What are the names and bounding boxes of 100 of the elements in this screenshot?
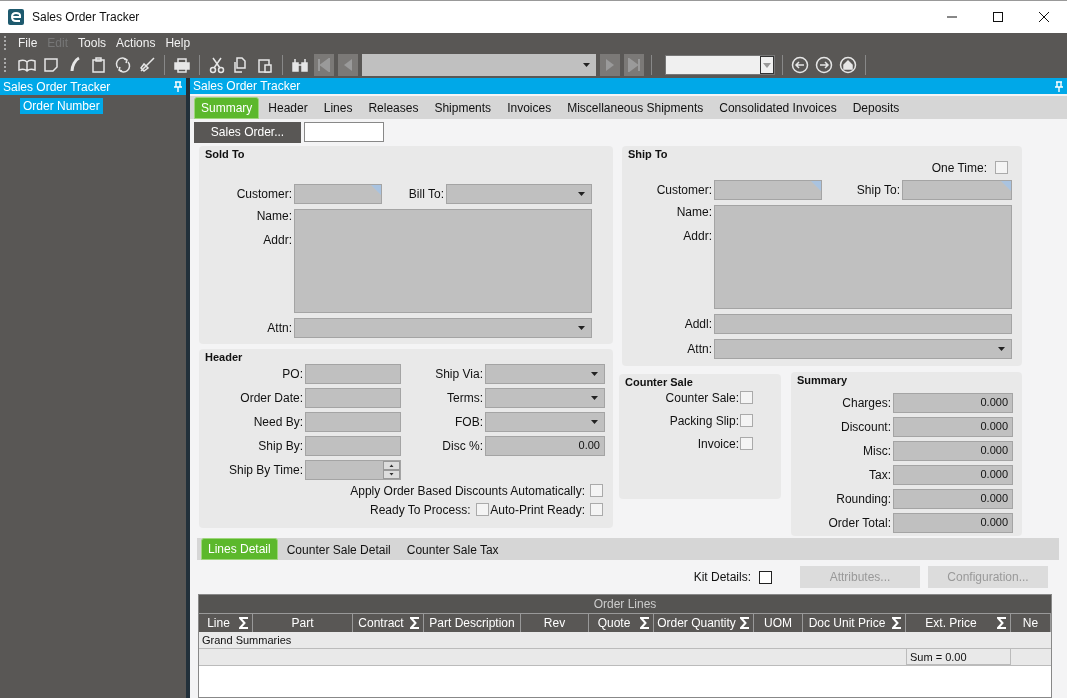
- pin-icon[interactable]: [174, 81, 182, 92]
- lookup-field[interactable]: [902, 179, 1012, 200]
- column-header[interactable]: Line: [199, 613, 253, 633]
- column-header[interactable]: Part: [253, 613, 353, 633]
- last-record-button[interactable]: [624, 54, 644, 76]
- tab[interactable]: Lines: [316, 96, 360, 119]
- input-field[interactable]: 0.000: [893, 416, 1013, 437]
- checkbox[interactable]: [759, 570, 772, 584]
- text-area[interactable]: [294, 208, 592, 313]
- tab[interactable]: Releases: [361, 96, 426, 119]
- input-field[interactable]: 0.000: [893, 464, 1013, 485]
- sigma-icon[interactable]: [239, 617, 249, 630]
- binoculars-icon[interactable]: [291, 56, 309, 74]
- field-label: Kit Details:: [693, 570, 751, 585]
- tab[interactable]: Miscellaneous Shipments: [560, 96, 711, 119]
- pin-icon[interactable]: [1055, 80, 1063, 92]
- group-title: Ship To: [628, 147, 669, 160]
- field-label: Tax:: [868, 467, 891, 482]
- input-field[interactable]: [305, 387, 401, 408]
- input-field[interactable]: [305, 435, 401, 456]
- lookup-field[interactable]: [714, 179, 822, 200]
- column-header[interactable]: Ne: [1011, 613, 1051, 633]
- scissors-icon[interactable]: [208, 56, 226, 74]
- sigma-icon[interactable]: [892, 617, 902, 630]
- dropdown-field[interactable]: [485, 363, 605, 384]
- printer-icon[interactable]: [173, 56, 191, 74]
- tab[interactable]: Shipments: [427, 96, 499, 119]
- clipboard-icon[interactable]: [90, 56, 108, 74]
- column-header[interactable]: Ext. Price: [906, 613, 1011, 633]
- menu-item[interactable]: Help: [160, 35, 196, 50]
- field-label: Customer:: [655, 182, 712, 197]
- input-field[interactable]: 0.000: [893, 488, 1013, 509]
- dropdown-field[interactable]: [714, 338, 1012, 359]
- dropdown-field[interactable]: [665, 55, 775, 75]
- input-field[interactable]: [714, 313, 1012, 334]
- menu-item[interactable]: Tools: [73, 35, 112, 50]
- tab[interactable]: Header: [261, 96, 315, 119]
- field-label: Customer:: [235, 186, 292, 201]
- column-header[interactable]: Part Description: [424, 613, 521, 633]
- dropdown-arrow-icon: [591, 371, 598, 376]
- sigma-icon[interactable]: [740, 617, 750, 630]
- dropdown-arrow-icon: [763, 62, 771, 68]
- first-record-button[interactable]: [314, 54, 334, 76]
- field-label: Ship By Time:: [227, 462, 303, 477]
- checkbox[interactable]: [740, 437, 753, 451]
- checkbox[interactable]: [740, 414, 753, 428]
- note-icon[interactable]: [42, 56, 60, 74]
- tab[interactable]: Deposits: [845, 96, 907, 119]
- field-label: Attn:: [266, 320, 292, 335]
- lookup-field[interactable]: [294, 183, 382, 204]
- home-icon[interactable]: [839, 56, 857, 74]
- window-title: Sales Order Tracker: [32, 10, 141, 24]
- sigma-icon[interactable]: [997, 617, 1007, 630]
- tab[interactable]: Consolidated Invoices: [712, 96, 844, 119]
- sigma-icon[interactable]: [410, 617, 420, 630]
- next-record-button[interactable]: [600, 54, 620, 76]
- input-field[interactable]: [305, 411, 401, 432]
- refresh-icon[interactable]: [114, 56, 132, 74]
- input-field[interactable]: 0.000: [893, 512, 1013, 533]
- field-label: Invoice:: [697, 436, 739, 451]
- input-field[interactable]: 0.00: [485, 435, 605, 456]
- tab[interactable]: Counter Sale Detail: [279, 538, 398, 561]
- field-label: Packing Slip:: [669, 413, 739, 428]
- input-field[interactable]: 0.000: [893, 392, 1013, 413]
- checkbox[interactable]: [740, 391, 753, 405]
- column-header[interactable]: Quote: [589, 613, 654, 633]
- group-title: Sold To: [205, 147, 246, 160]
- column-header[interactable]: Doc Unit Price: [803, 613, 906, 633]
- sigma-icon[interactable]: [640, 617, 650, 630]
- column-header[interactable]: UOM: [754, 613, 803, 633]
- checkbox[interactable]: [590, 484, 603, 498]
- menu-item[interactable]: Actions: [111, 35, 161, 50]
- menu-item[interactable]: File: [13, 35, 43, 50]
- input-field[interactable]: [305, 363, 401, 384]
- spinner-arrows-icon[interactable]: [383, 460, 400, 479]
- checkbox[interactable]: [995, 161, 1008, 175]
- checkbox[interactable]: [475, 503, 489, 517]
- field-label: One Time:: [931, 160, 987, 175]
- dropdown-button[interactable]: [760, 56, 774, 74]
- broom-icon[interactable]: [138, 56, 156, 74]
- maximize-icon: [993, 12, 1003, 22]
- dropdown-field[interactable]: [446, 183, 592, 204]
- input-field[interactable]: 0.000: [893, 440, 1013, 461]
- column-header[interactable]: Order Quantity: [654, 613, 754, 633]
- text-area[interactable]: [714, 204, 1012, 309]
- column-header[interactable]: Contract: [353, 613, 424, 633]
- tab[interactable]: Invoices: [500, 96, 559, 119]
- dropdown-field[interactable]: [485, 411, 605, 432]
- sales-order-button[interactable]: Sales Order...: [194, 121, 301, 143]
- previous-record-button[interactable]: [338, 54, 358, 76]
- checkbox[interactable]: [590, 503, 603, 517]
- field-label: Name:: [256, 208, 292, 223]
- dropdown-field[interactable]: [485, 387, 605, 408]
- column-header[interactable]: Rev: [521, 613, 589, 633]
- paste-icon[interactable]: [256, 56, 274, 74]
- dropdown-field[interactable]: [294, 317, 592, 338]
- dropdown-arrow-icon: [998, 346, 1005, 351]
- tab[interactable]: Counter Sale Tax: [399, 538, 506, 561]
- time-spin-field[interactable]: [305, 459, 401, 480]
- sales-order-field[interactable]: [304, 121, 384, 142]
